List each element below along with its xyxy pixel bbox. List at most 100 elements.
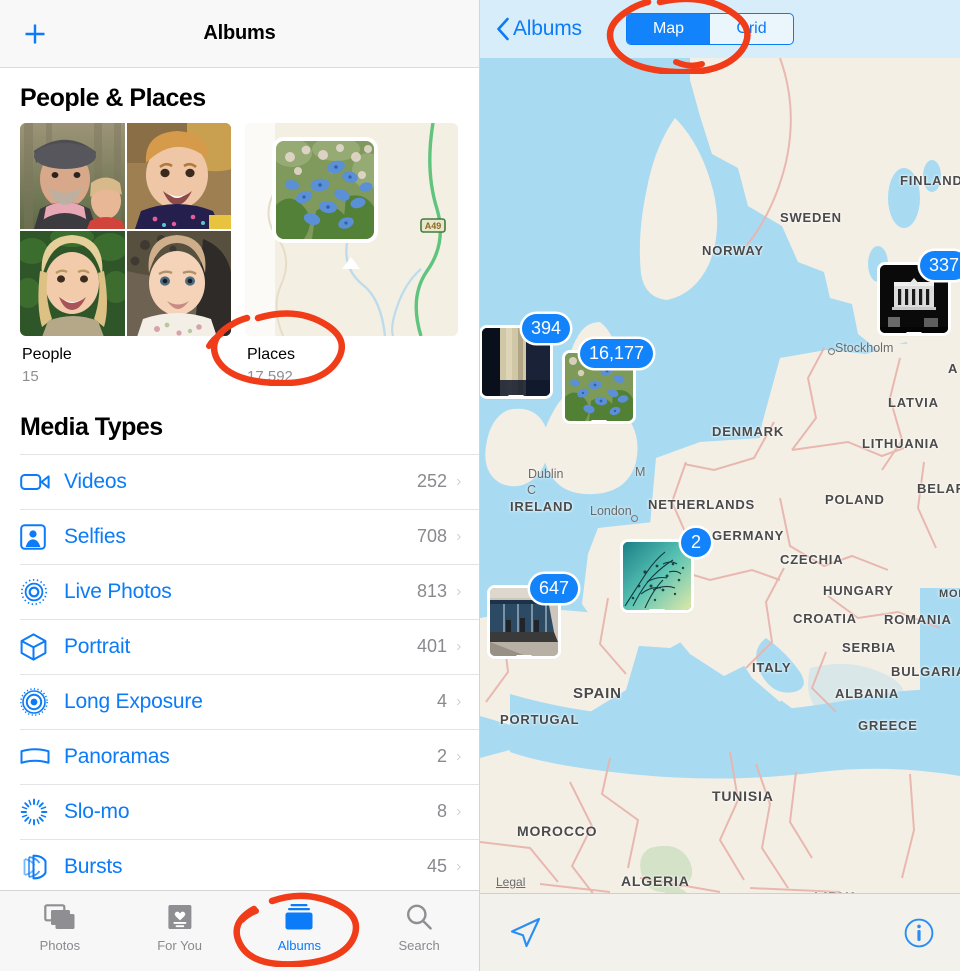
back-label: Albums <box>513 17 582 40</box>
tab-albums[interactable]: Albums <box>240 901 360 953</box>
media-count: 401 <box>416 636 447 657</box>
app-screen: Albums People & Places A49 People 15 Pla… <box>0 0 960 971</box>
bottom-tab-bar: Photos For You Albums Search <box>0 890 479 971</box>
media-label: Long Exposure <box>64 689 203 713</box>
map-grid-segmented-control: Map Grid <box>626 13 794 45</box>
photo-cluster[interactable]: 337 <box>880 251 960 333</box>
segment-grid[interactable]: Grid <box>710 14 793 44</box>
people-places-grid: A49 <box>0 123 479 336</box>
people-album-tile[interactable] <box>20 123 231 336</box>
chevron-right-icon <box>457 528 479 546</box>
cluster-count-badge: 647 <box>529 574 578 603</box>
bursts-icon <box>20 853 64 881</box>
media-row-live-photos[interactable]: Live Photos 813 <box>20 563 479 619</box>
places-pin-thumbnail <box>276 141 374 239</box>
media-label: Panoramas <box>64 744 170 768</box>
svg-text:A49: A49 <box>425 221 442 231</box>
locate-me-button[interactable] <box>506 914 544 952</box>
cluster-pointer <box>591 420 607 421</box>
media-count: 45 <box>426 856 447 877</box>
search-icon <box>405 901 433 933</box>
tab-photos[interactable]: Photos <box>0 901 120 953</box>
cluster-thumbnail <box>623 542 691 610</box>
chevron-right-icon <box>457 858 479 876</box>
albums-nav-bar: Albums <box>0 0 479 68</box>
cluster-pointer <box>508 395 524 396</box>
chevron-right-icon <box>457 583 479 601</box>
media-count: 2 <box>436 746 447 767</box>
media-row-panoramas[interactable]: Panoramas 2 <box>20 728 479 784</box>
media-row-selfies[interactable]: Selfies 708 <box>20 508 479 564</box>
media-row-portrait[interactable]: Portrait 401 <box>20 618 479 674</box>
people-label: People <box>22 346 72 363</box>
cluster-pointer <box>649 609 665 610</box>
photo-cluster[interactable]: 394 <box>482 314 570 396</box>
cluster-count-badge: 16,177 <box>579 339 653 368</box>
panorama-icon <box>20 747 64 767</box>
places-album-tile[interactable]: A49 <box>245 123 458 336</box>
photo-cluster[interactable]: 647 <box>490 574 578 656</box>
segment-map[interactable]: Map <box>627 14 710 44</box>
tab-search[interactable]: Search <box>359 901 479 953</box>
cluster-pointer <box>516 655 532 656</box>
media-label: Videos <box>64 469 127 493</box>
media-count: 252 <box>416 471 447 492</box>
navigation-arrow-icon <box>510 917 541 947</box>
slo-mo-icon <box>20 798 64 826</box>
selfie-person-icon <box>20 523 64 550</box>
chevron-right-icon <box>457 803 479 821</box>
section-heading-people-places: People & Places <box>20 84 206 112</box>
places-label: Places <box>247 346 296 363</box>
media-label: Portrait <box>64 634 131 658</box>
people-places-captions: People 15 Places 17,592 <box>0 336 479 387</box>
map-canvas[interactable]: FINLAND SWEDEN NORWAY LATVIA LITHUANIA D… <box>480 58 960 893</box>
tab-label: Albums <box>277 938 322 953</box>
face-thumb-4 <box>126 230 231 336</box>
for-you-icon <box>167 901 193 933</box>
media-label: Slo-mo <box>64 799 130 823</box>
media-count: 4 <box>436 691 447 712</box>
add-album-button[interactable] <box>20 19 50 49</box>
map-toolbar <box>480 893 960 971</box>
places-caption: Places 17,592 <box>245 336 458 387</box>
map-geography <box>480 58 960 893</box>
media-row-slo-mo[interactable]: Slo-mo 8 <box>20 783 479 839</box>
albums-scroll-area[interactable]: People & Places A49 People 15 Places 17,… <box>0 68 479 890</box>
media-label: Bursts <box>64 854 123 878</box>
media-label: Selfies <box>64 524 126 548</box>
tab-label: Search <box>398 938 440 953</box>
media-row-bursts[interactable]: Bursts 45 <box>20 838 479 890</box>
face-thumb-2 <box>126 123 231 229</box>
legal-link[interactable]: Legal <box>496 875 525 889</box>
video-camera-icon <box>20 471 64 493</box>
cluster-count-badge: 337 <box>919 251 960 280</box>
chevron-right-icon <box>457 748 479 766</box>
section-heading-media-types: Media Types <box>20 412 163 441</box>
media-row-long-exposure[interactable]: Long Exposure 4 <box>20 673 479 729</box>
people-count: 15 <box>22 367 39 385</box>
photos-icon <box>44 901 76 933</box>
map-info-button[interactable] <box>904 918 934 948</box>
places-map-panel: Albums Map Grid FINLAND SWEDEN NORWAY LA… <box>480 0 960 971</box>
albums-icon <box>283 901 315 933</box>
portrait-cube-icon <box>20 632 64 661</box>
long-exposure-icon <box>20 687 64 716</box>
tab-label: For You <box>157 938 203 953</box>
cluster-count-badge: 2 <box>681 528 711 557</box>
media-types-list: Videos 252 Selfies 708 Live Photos 813 P… <box>0 453 479 890</box>
tab-for-you[interactable]: For You <box>120 901 240 953</box>
media-count: 813 <box>416 581 447 602</box>
live-photo-icon <box>20 578 64 606</box>
cluster-pointer <box>906 332 922 333</box>
back-to-albums-button[interactable]: Albums <box>496 17 582 41</box>
face-thumb-1 <box>20 123 125 229</box>
media-row-videos[interactable]: Videos 252 <box>20 453 479 509</box>
info-circle-icon <box>904 918 934 947</box>
page-title: Albums <box>203 22 276 44</box>
photo-cluster[interactable]: 16,177 <box>565 339 653 421</box>
map-nav-bar: Albums Map Grid <box>480 0 960 58</box>
photo-cluster[interactable]: 2 <box>623 528 711 610</box>
media-label: Live Photos <box>64 579 172 603</box>
chevron-right-icon <box>457 473 479 491</box>
cluster-count-badge: 394 <box>521 314 570 343</box>
